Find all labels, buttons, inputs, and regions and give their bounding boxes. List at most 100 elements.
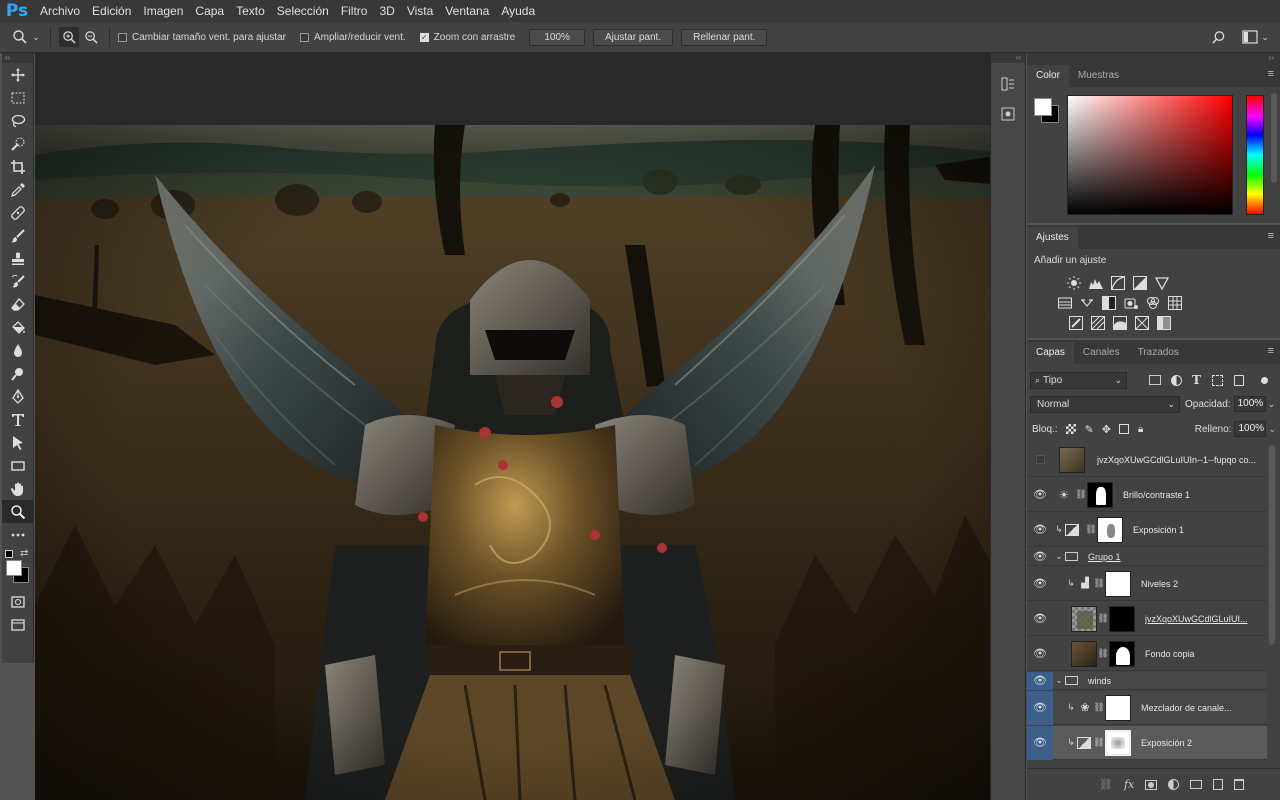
tab-canales[interactable]: Canales: [1074, 342, 1129, 364]
history-brush-tool-icon[interactable]: [2, 270, 34, 293]
layer-row[interactable]: 👁︎ ⛓︎ jvzXqoXUwGCdlGLuIUI...: [1027, 602, 1267, 636]
levels-icon[interactable]: [1088, 276, 1104, 290]
photo-filter-icon[interactable]: [1123, 296, 1139, 310]
visibility-toggle-off[interactable]: [1027, 443, 1053, 477]
link-icon[interactable]: ⛓︎: [1075, 489, 1087, 500]
eye-icon[interactable]: 👁︎: [1027, 513, 1053, 547]
lock-all-icon[interactable]: 🔒︎: [1138, 424, 1143, 435]
blur-tool-icon[interactable]: [2, 339, 34, 362]
layer-row[interactable]: 👁︎ ↳ ❀ ⛓︎ Mezclador de canale...: [1027, 690, 1267, 725]
new-adjustment-icon[interactable]: [1168, 779, 1180, 790]
lock-artboard-icon[interactable]: [1119, 424, 1130, 434]
new-layer-icon[interactable]: [1213, 779, 1224, 790]
vibrance-icon[interactable]: [1154, 276, 1170, 290]
chevron-down-icon[interactable]: ⌄: [1260, 27, 1270, 47]
panel-collapse-handle[interactable]: ››: [1027, 53, 1280, 63]
menu-ayuda[interactable]: Ayuda: [495, 0, 541, 22]
menu-imagen[interactable]: Imagen: [137, 0, 189, 22]
link-icon[interactable]: ⛓︎: [1097, 613, 1109, 624]
zoom-tool-preset-icon[interactable]: [10, 27, 30, 47]
brightness-contrast-icon[interactable]: [1066, 276, 1082, 290]
panel-menu-icon[interactable]: ≡: [1268, 69, 1274, 80]
eye-icon[interactable]: 👁︎: [1027, 690, 1053, 725]
lock-transparency-icon[interactable]: [1065, 424, 1076, 434]
marquee-tool-icon[interactable]: [2, 86, 34, 109]
eye-icon[interactable]: 👁︎: [1027, 602, 1053, 636]
link-icon[interactable]: ⛓︎: [1093, 702, 1105, 713]
menu-seleccion[interactable]: Selección: [271, 0, 335, 22]
rectangle-tool-icon[interactable]: [2, 454, 34, 477]
tab-capas[interactable]: Capas: [1027, 342, 1074, 364]
menu-edicion[interactable]: Edición: [86, 0, 137, 22]
panel-fg-swatch[interactable]: [1034, 98, 1052, 116]
search-icon[interactable]: [1208, 27, 1228, 47]
zoom-in-icon[interactable]: [59, 27, 79, 47]
new-group-icon[interactable]: [1190, 780, 1203, 789]
link-icon[interactable]: ⛓︎: [1085, 524, 1097, 535]
paint-bucket-tool-icon[interactable]: [2, 316, 34, 339]
lock-pixels-icon[interactable]: ✎: [1085, 423, 1094, 436]
fx-icon[interactable]: fx: [1124, 778, 1134, 791]
blend-mode-dropdown[interactable]: Normal ⌄: [1030, 395, 1180, 413]
filter-type-icon[interactable]: T: [1192, 373, 1201, 387]
swap-colors-icon[interactable]: ⇄: [20, 548, 28, 559]
fill-screen-button[interactable]: Rellenar pant.: [681, 28, 768, 46]
properties-panel-icon[interactable]: [991, 99, 1025, 129]
tab-trazados[interactable]: Trazados: [1129, 342, 1188, 364]
layer-row[interactable]: jvzXqoXUwGCdlGLuIUIn--1--fupqo co...: [1027, 443, 1267, 477]
checkbox-box-checked[interactable]: ✓: [419, 32, 429, 42]
eye-icon[interactable]: 👁︎: [1027, 548, 1053, 566]
fit-screen-button[interactable]: Ajustar pant.: [592, 28, 674, 46]
filter-smart-object-icon[interactable]: [1233, 374, 1244, 386]
type-tool-icon[interactable]: [2, 408, 34, 431]
tab-muestras[interactable]: Muestras: [1069, 65, 1128, 87]
hue-saturation-icon[interactable]: [1057, 296, 1073, 310]
scrubby-zoom-checkbox[interactable]: ✓ Zoom con arrastre: [419, 32, 515, 43]
crop-tool-icon[interactable]: [2, 155, 34, 178]
black-white-icon[interactable]: [1101, 296, 1117, 310]
chevron-down-icon[interactable]: ⌄: [30, 27, 42, 47]
eyedropper-tool-icon[interactable]: [2, 178, 34, 201]
quick-selection-tool-icon[interactable]: [2, 132, 34, 155]
opacity-dropdown-icon[interactable]: ⌄: [1268, 399, 1276, 410]
zoom-out-icon[interactable]: [81, 27, 101, 47]
zoom-tool-icon[interactable]: [2, 500, 34, 523]
document-image[interactable]: [35, 125, 1003, 800]
chevron-down-icon[interactable]: ⌄: [1053, 675, 1065, 686]
filter-pixel-icon[interactable]: [1149, 375, 1161, 385]
quick-mask-icon[interactable]: [2, 590, 34, 613]
path-selection-tool-icon[interactable]: [2, 431, 34, 454]
color-lookup-icon[interactable]: [1167, 296, 1183, 310]
checkbox-box[interactable]: [299, 32, 309, 42]
color-balance-icon[interactable]: [1079, 296, 1095, 310]
layers-scrollbar[interactable]: [1269, 445, 1275, 645]
layer-row[interactable]: 👁︎ ↳ ▟ ⛓︎ Niveles 2: [1027, 567, 1267, 601]
more-tools-icon[interactable]: [2, 523, 34, 546]
dodge-tool-icon[interactable]: [2, 362, 34, 385]
eye-icon[interactable]: 👁︎: [1027, 567, 1053, 601]
menu-filtro[interactable]: Filtro: [335, 0, 374, 22]
eye-icon[interactable]: 👁︎: [1027, 637, 1053, 671]
link-icon[interactable]: ⛓︎: [1093, 578, 1105, 589]
scrollbar[interactable]: [1271, 93, 1277, 183]
layer-row-selected[interactable]: 👁︎ ↳ ⛓︎ Exposición 2: [1027, 725, 1267, 760]
lasso-tool-icon[interactable]: [2, 109, 34, 132]
screen-mode-icon[interactable]: [2, 613, 34, 636]
menu-capa[interactable]: Capa: [189, 0, 230, 22]
foreground-color-swatch[interactable]: [6, 560, 22, 576]
link-icon[interactable]: ⛓︎: [1097, 648, 1109, 659]
gradient-map-icon[interactable]: [1156, 316, 1172, 330]
chevron-down-icon[interactable]: ⌄: [1053, 551, 1065, 562]
zoom-100-button[interactable]: 100%: [529, 28, 585, 46]
add-mask-icon[interactable]: [1145, 779, 1158, 790]
group-row[interactable]: 👁︎ ⌄ Grupo 1: [1027, 548, 1267, 566]
selective-color-icon[interactable]: [1134, 316, 1150, 330]
eye-icon[interactable]: 👁︎: [1027, 671, 1053, 690]
group-row[interactable]: 👁︎ ⌄ winds: [1027, 671, 1267, 690]
tab-color[interactable]: Color: [1027, 65, 1069, 87]
color-field[interactable]: [1067, 95, 1233, 215]
panel-collapse-handle[interactable]: ‹‹: [991, 53, 1025, 63]
history-panel-icon[interactable]: [991, 69, 1025, 99]
menu-archivo[interactable]: Archivo: [34, 0, 86, 22]
canvas-area[interactable]: [35, 53, 1003, 800]
